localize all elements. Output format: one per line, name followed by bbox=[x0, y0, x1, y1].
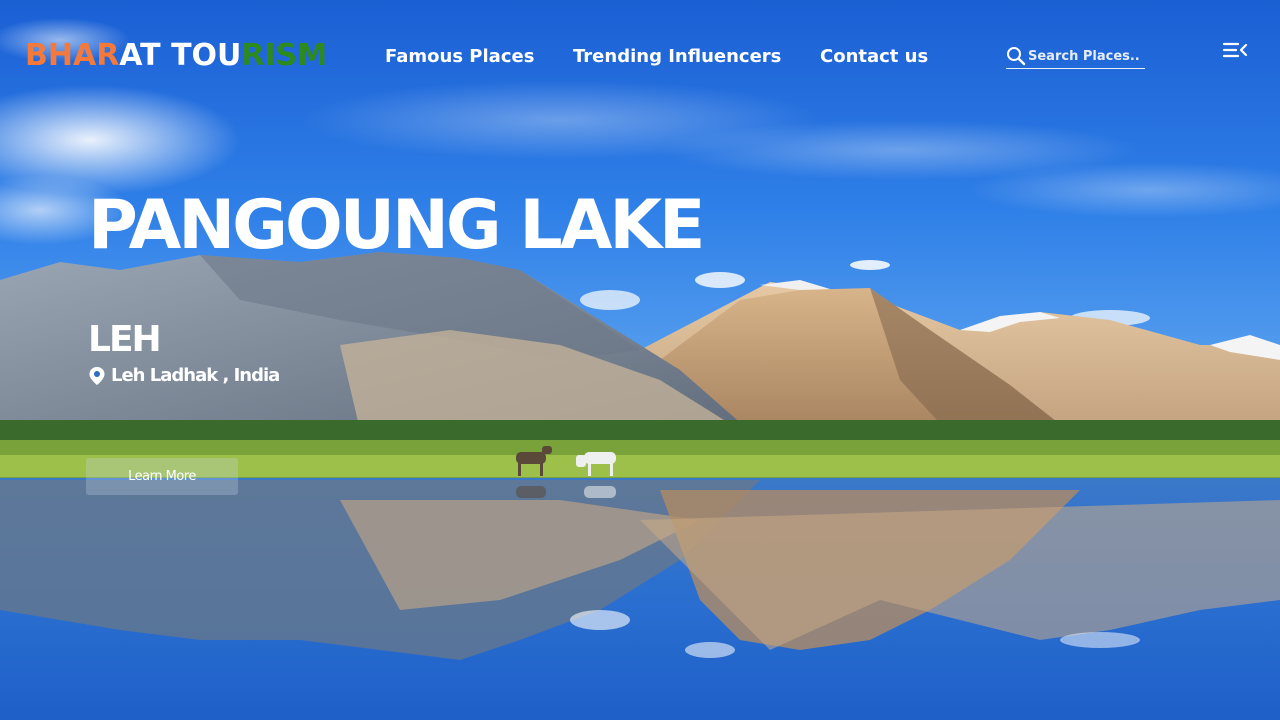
hero-subtitle: LEH bbox=[88, 319, 162, 360]
map-pin-icon bbox=[88, 366, 106, 386]
search-icon[interactable] bbox=[1006, 46, 1026, 66]
hero-location: Leh Ladhak , India bbox=[88, 364, 280, 388]
brand-logo-part-white: AT TOU bbox=[119, 38, 242, 73]
nav-link-contact-us[interactable]: Contact us bbox=[820, 44, 928, 70]
brand-logo-part-green: RISM bbox=[241, 38, 328, 73]
background-landscape-image bbox=[0, 0, 1280, 720]
hero-location-text: Leh Ladhak , India bbox=[111, 365, 280, 386]
brand-logo-part-saffron: BHAR bbox=[25, 38, 120, 73]
hero-section: BHARAT TOURISM Famous Places Trending In… bbox=[0, 0, 1280, 720]
nav-link-trending-influencers[interactable]: Trending Influencers bbox=[573, 44, 781, 70]
learn-more-button[interactable]: Learn More bbox=[86, 458, 238, 495]
search-input[interactable] bbox=[1028, 48, 1140, 64]
menu-collapse-icon[interactable] bbox=[1222, 40, 1248, 62]
nav-link-famous-places[interactable]: Famous Places bbox=[385, 44, 534, 70]
hero-title: PANGOUNG LAKE bbox=[88, 186, 705, 265]
brand-logo[interactable]: BHARAT TOURISM bbox=[25, 36, 327, 76]
search-bar bbox=[1006, 44, 1145, 69]
